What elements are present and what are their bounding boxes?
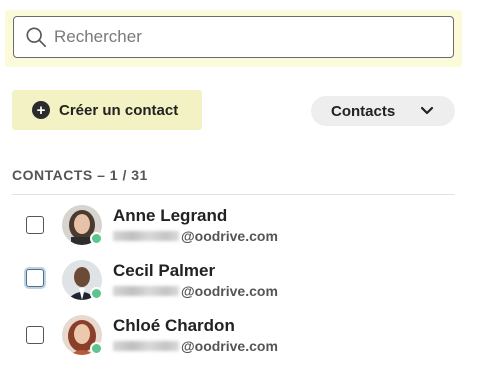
search-area <box>5 10 462 67</box>
contact-email: @oodrive.com <box>113 338 278 354</box>
section-header: CONTACTS – 1 / 31 <box>12 167 148 183</box>
redacted-email-user <box>113 286 179 296</box>
contact-email: @oodrive.com <box>113 228 278 244</box>
divider <box>12 194 455 195</box>
contacts-filter-dropdown[interactable]: Contacts <box>311 96 455 126</box>
contact-row[interactable]: Cecil Palmer @oodrive.com <box>0 258 484 313</box>
contact-email: @oodrive.com <box>113 283 278 299</box>
email-domain: @oodrive.com <box>181 283 278 299</box>
search-box[interactable] <box>13 16 454 58</box>
create-contact-label: Créer un contact <box>59 101 179 119</box>
avatar <box>62 205 103 247</box>
avatar <box>62 315 103 355</box>
contact-checkbox[interactable] <box>26 326 44 344</box>
presence-indicator <box>90 232 103 245</box>
email-domain: @oodrive.com <box>181 338 278 354</box>
redacted-email-user <box>113 341 179 351</box>
presence-indicator <box>90 342 103 355</box>
avatar <box>62 260 103 300</box>
plus-icon: + <box>32 101 50 119</box>
contact-name: Cecil Palmer <box>113 261 216 280</box>
contact-checkbox[interactable] <box>26 216 44 234</box>
contact-name: Chloé Chardon <box>113 316 235 335</box>
presence-indicator <box>90 287 103 300</box>
chevron-down-icon <box>420 106 434 115</box>
search-input[interactable] <box>54 17 444 57</box>
contact-row[interactable]: Chloé Chardon @oodrive.com <box>0 313 484 368</box>
redacted-email-user <box>113 231 179 241</box>
search-icon <box>26 27 46 47</box>
contact-checkbox[interactable] <box>26 269 44 287</box>
contact-row[interactable]: Anne Legrand @oodrive.com <box>0 203 484 258</box>
contact-name: Anne Legrand <box>113 206 228 225</box>
email-domain: @oodrive.com <box>181 228 278 244</box>
filter-label: Contacts <box>331 102 396 120</box>
create-contact-button[interactable]: + Créer un contact <box>12 90 202 130</box>
